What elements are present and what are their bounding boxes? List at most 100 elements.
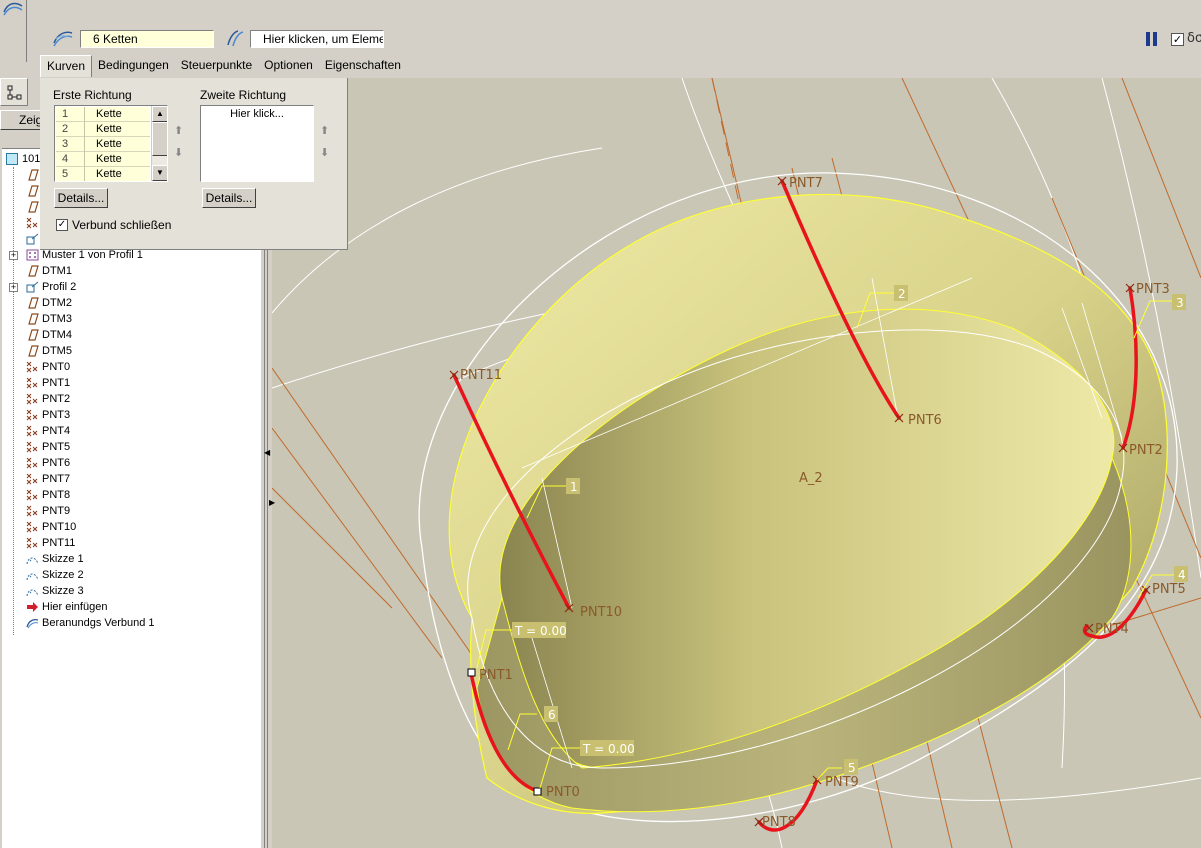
move-down-icon-2[interactable]: ⬇ [320, 148, 329, 159]
point-label-pnt1: PNT1 [479, 668, 513, 683]
point-label-pnt10: PNT10 [580, 605, 622, 620]
tree-item-label: DTM4 [42, 329, 72, 341]
first-list-scrollbar[interactable]: ▲ ▼ [151, 106, 167, 181]
point-label-pnt0: PNT0 [546, 785, 580, 800]
tab-options[interactable]: Optionen [258, 55, 319, 77]
point-label-pnt4: PNT4 [1095, 622, 1129, 637]
first-direction-list[interactable]: 1 Kette 2 Kette 3 Kette 4 Kette 5 Kette ▲ ▼ [54, 105, 168, 182]
point-label-pnt5: PNT5 [1152, 582, 1186, 597]
chains-collector[interactable]: 6 Ketten [80, 30, 214, 48]
tree-item[interactable]: PNT6 [2, 455, 260, 471]
tree-item[interactable]: PNT2 [2, 391, 260, 407]
expand-icon[interactable]: + [9, 283, 18, 292]
tree-item[interactable]: PNT4 [2, 423, 260, 439]
sketch-icon [26, 585, 39, 597]
close-blend-checkbox[interactable]: ✓ [56, 219, 68, 231]
tension-tag-1[interactable]: T = 0.00 [512, 622, 567, 638]
tree-item-label: PNT9 [42, 505, 71, 517]
chain-tag-3[interactable]: 3 [1172, 294, 1186, 310]
svg-text:1: 1 [570, 480, 578, 494]
tree-structure-icon [7, 85, 22, 100]
show-button[interactable]: Zeig [0, 110, 44, 130]
graphics-viewport[interactable]: 1 2 3 4 5 6 T = 0.00 T = 0.00 PNT0 PNT1 … [272, 78, 1201, 848]
tree-item[interactable]: DTM2 [2, 295, 260, 311]
element-collector[interactable]: Hier klicken, um Element [250, 30, 384, 48]
second-details-button[interactable]: Details... [202, 188, 256, 208]
tab-curves[interactable]: Kurven [40, 55, 93, 77]
expand-right-icon[interactable]: ▶ [269, 498, 275, 507]
datum-plane-icon [26, 329, 39, 341]
feature-dashboard: 6 Ketten Hier klicken, um Element Kurven… [0, 0, 1201, 78]
tree-item[interactable]: PNT10 [2, 519, 260, 535]
first-direction-title: Erste Richtung [53, 88, 132, 102]
chain-list-item[interactable]: 1 Kette [56, 107, 150, 122]
tension-tag-2[interactable]: T = 0.00 [580, 740, 635, 756]
preview-glasses-icon[interactable]: δσ [1187, 31, 1201, 46]
tree-item[interactable]: PNT5 [2, 439, 260, 455]
model-tree[interactable]: 101 + Muster 1 von Profil 1 DTM1 + Profil 2D… [2, 148, 260, 848]
tree-item-label: PNT1 [42, 377, 71, 389]
tree-item[interactable]: Hier einfügen [2, 599, 260, 615]
second-direction-icon[interactable] [224, 29, 246, 47]
tree-item[interactable]: + Profil 2 [2, 279, 260, 295]
scroll-down-icon[interactable]: ▼ [152, 165, 167, 181]
tree-item-label: PNT7 [42, 473, 71, 485]
tree-item[interactable]: PNT0 [2, 359, 260, 375]
tree-item[interactable]: Skizze 3 [2, 583, 260, 599]
second-list-placeholder[interactable]: Hier klick... [201, 108, 313, 120]
chain-list-item[interactable]: 4 Kette [56, 152, 150, 167]
datum-plane-icon [26, 297, 39, 309]
tree-item[interactable]: DTM5 [2, 343, 260, 359]
chain-tag-2[interactable]: 2 [894, 285, 908, 301]
pause-button[interactable] [1145, 32, 1159, 46]
tab-control-points[interactable]: Steuerpunkte [175, 55, 258, 77]
first-details-button[interactable]: Details... [54, 188, 108, 208]
tab-conditions[interactable]: Bedingungen [92, 55, 175, 77]
chain-list-item[interactable]: 3 Kette [56, 137, 150, 152]
tree-item[interactable]: DTM3 [2, 311, 260, 327]
chain-tag-5[interactable]: 5 [844, 759, 858, 775]
first-direction-icon[interactable] [52, 29, 74, 47]
pattern-icon [26, 249, 39, 261]
tree-item[interactable]: Beranundgs Verbund 1 [2, 615, 260, 631]
svg-text:T = 0.00: T = 0.00 [582, 742, 635, 756]
tree-item-label: Profil 2 [42, 281, 77, 293]
tree-item[interactable]: DTM1 [2, 263, 260, 279]
tree-item[interactable]: Skizze 2 [2, 567, 260, 583]
preview-checkbox[interactable]: ✓ [1171, 33, 1184, 46]
tree-view-toggle[interactable] [0, 78, 28, 106]
tree-item[interactable]: PNT1 [2, 375, 260, 391]
dashboard-left-divider [26, 0, 27, 62]
svg-text:3: 3 [1176, 296, 1184, 310]
tree-item[interactable]: PNT3 [2, 407, 260, 423]
tree-item-label: Hier einfügen [42, 601, 108, 613]
chain-list-item[interactable]: 2 Kette [56, 122, 150, 137]
move-up-icon[interactable]: ⬆ [174, 126, 183, 137]
second-direction-list[interactable]: Hier klick... [200, 105, 314, 182]
tree-item[interactable]: Skizze 1 [2, 551, 260, 567]
svg-text:6: 6 [548, 708, 556, 722]
tree-item[interactable]: PNT7 [2, 471, 260, 487]
chain-tag-4[interactable]: 4 [1174, 566, 1188, 582]
tree-item[interactable]: PNT11 [2, 535, 260, 551]
point-label-pnt7: PNT7 [789, 176, 823, 191]
model-view[interactable]: 1 2 3 4 5 6 T = 0.00 T = 0.00 PNT0 PNT1 … [272, 78, 1201, 848]
tab-properties[interactable]: Eigenschaften [319, 55, 407, 77]
move-up-icon-2[interactable]: ⬆ [320, 126, 329, 137]
chain-tag-6[interactable]: 6 [544, 706, 558, 722]
tree-item-label: DTM5 [42, 345, 72, 357]
chain-list-item[interactable]: 5 Kette [56, 167, 150, 181]
dashboard-tabs: Kurven Bedingungen Steuerpunkte Optionen… [40, 55, 407, 77]
chain-tag-1[interactable]: 1 [566, 478, 580, 494]
scroll-up-icon[interactable]: ▲ [152, 106, 167, 122]
expand-icon[interactable]: + [9, 251, 18, 260]
scroll-thumb[interactable] [152, 122, 167, 156]
sketch-icon [26, 569, 39, 581]
collapse-left-icon[interactable]: ◀ [264, 448, 270, 457]
tree-item[interactable]: DTM4 [2, 327, 260, 343]
svg-text:4: 4 [1178, 568, 1186, 582]
tree-item[interactable]: PNT9 [2, 503, 260, 519]
datum-point-icon [26, 473, 39, 485]
move-down-icon[interactable]: ⬇ [174, 148, 183, 159]
tree-item[interactable]: PNT8 [2, 487, 260, 503]
